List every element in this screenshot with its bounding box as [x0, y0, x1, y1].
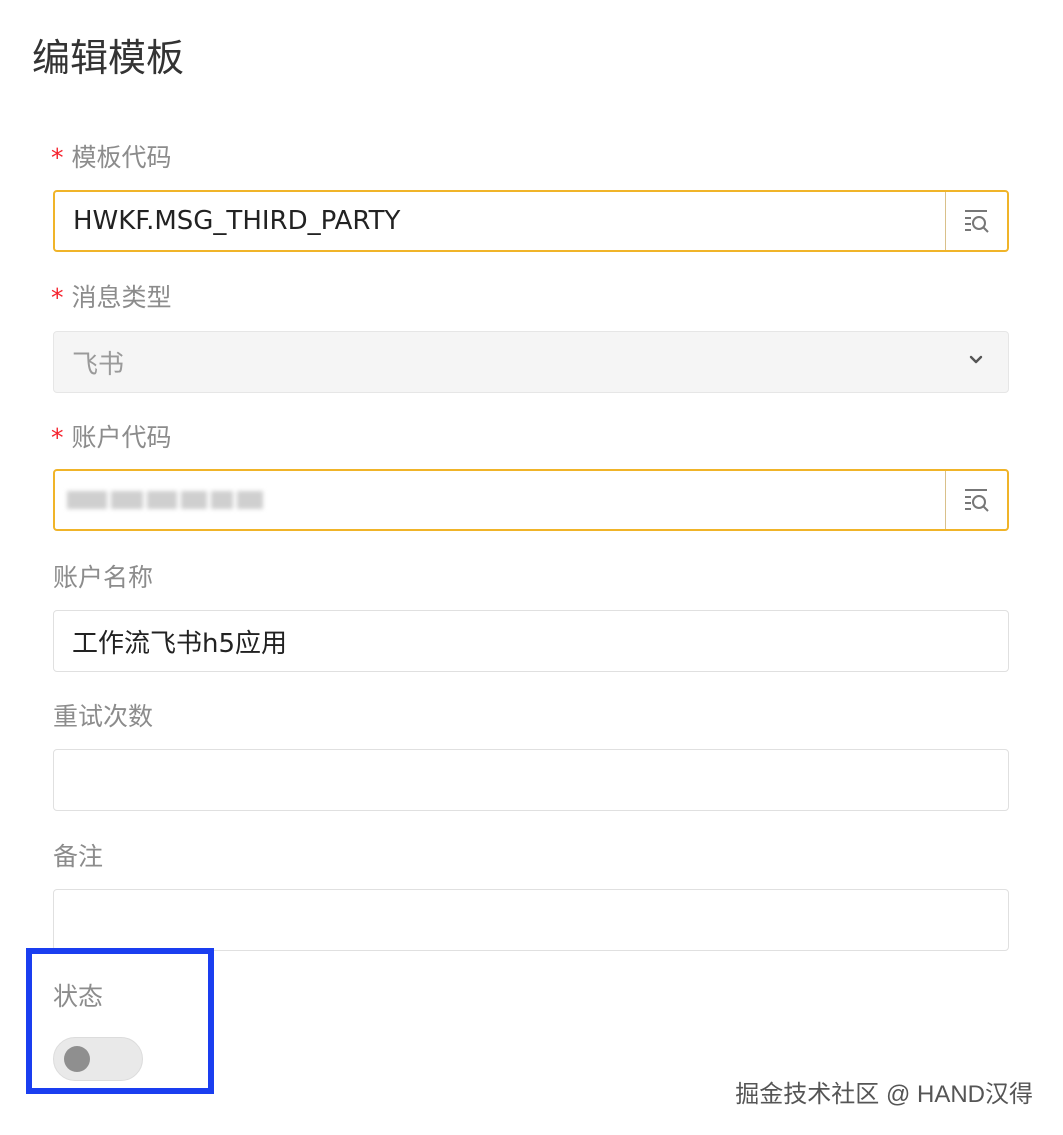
message-type-value: 飞书: [72, 349, 125, 380]
required-mark: *: [51, 423, 64, 452]
lookup-search-icon: [964, 210, 989, 233]
account-code-label-text: 账户代码: [71, 423, 172, 452]
message-type-select[interactable]: 飞书: [53, 331, 1009, 393]
template-code-label: * 模板代码: [51, 141, 172, 175]
annotation-highlight-box: [26, 948, 214, 1094]
remark-input[interactable]: [53, 889, 1009, 951]
template-code-label-text: 模板代码: [71, 143, 172, 172]
retry-count-input[interactable]: [53, 749, 1009, 811]
page-title: 编辑模板: [32, 36, 185, 80]
obscured-value: [67, 489, 263, 511]
lookup-search-icon: [964, 489, 989, 512]
account-name-value: 工作流飞书h5应用: [72, 628, 288, 659]
retry-count-label: 重试次数: [53, 702, 154, 731]
watermark: 掘金技术社区 @ HAND汉得: [735, 1081, 1033, 1108]
account-name-input[interactable]: 工作流飞书h5应用: [53, 610, 1009, 672]
account-code-label: * 账户代码: [51, 421, 172, 455]
account-code-input[interactable]: [53, 469, 1009, 531]
required-mark: *: [51, 143, 64, 172]
remark-label: 备注: [53, 842, 104, 871]
account-code-lookup-button[interactable]: [945, 471, 1007, 529]
message-type-label: * 消息类型: [51, 281, 172, 315]
required-mark: *: [51, 283, 64, 312]
chevron-down-icon: [969, 355, 983, 364]
message-type-label-text: 消息类型: [71, 283, 172, 312]
account-name-label: 账户名称: [53, 563, 154, 592]
template-code-value: HWKF.MSG_THIRD_PARTY: [73, 206, 401, 236]
template-code-input[interactable]: HWKF.MSG_THIRD_PARTY: [53, 190, 1009, 252]
template-code-lookup-button[interactable]: [945, 192, 1007, 250]
